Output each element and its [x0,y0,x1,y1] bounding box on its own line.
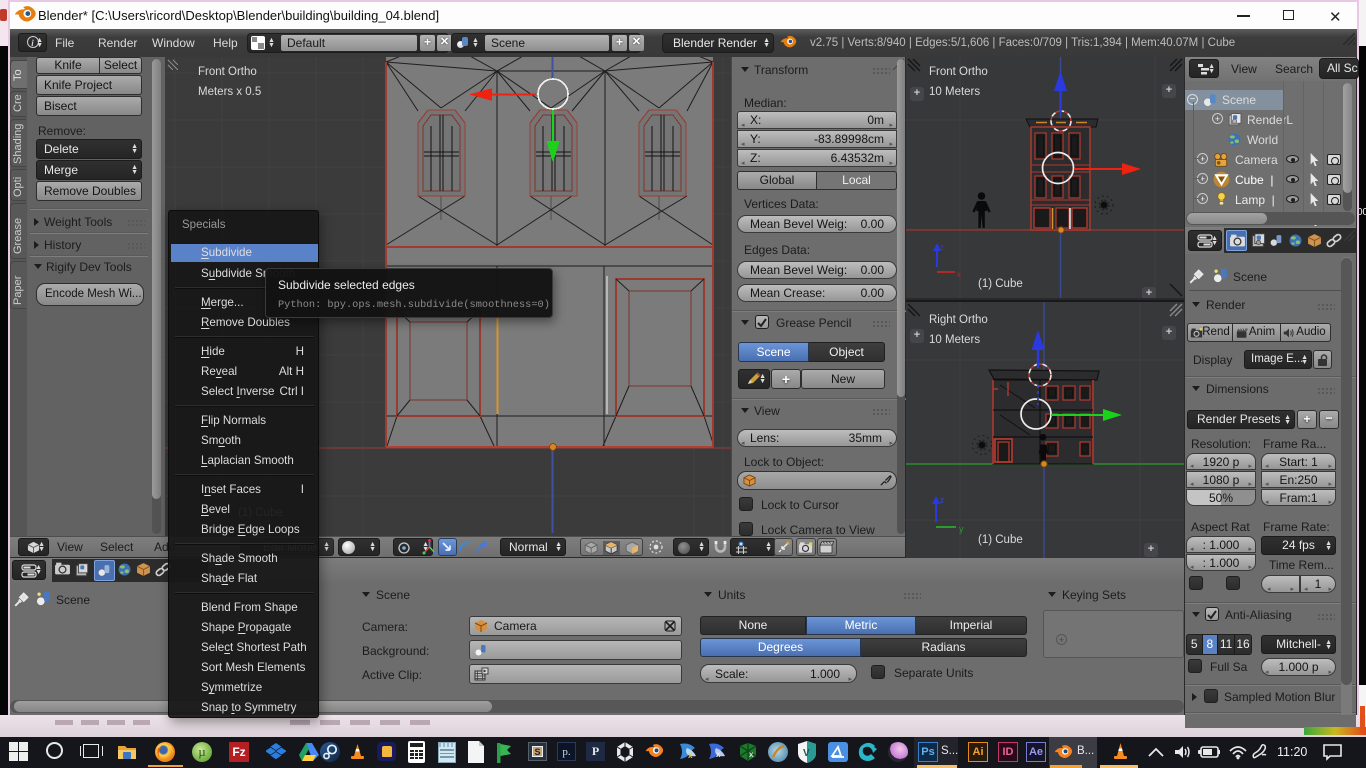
svg-text:x: x [957,270,961,279]
svg-text:x: x [688,751,693,760]
svg-text:y: y [959,524,964,534]
svg-text:x: x [716,750,721,759]
svg-text:x: x [749,750,754,759]
svg-text:z: z [940,243,944,252]
svg-text:V: V [803,748,810,759]
svg-text:z: z [940,496,944,505]
